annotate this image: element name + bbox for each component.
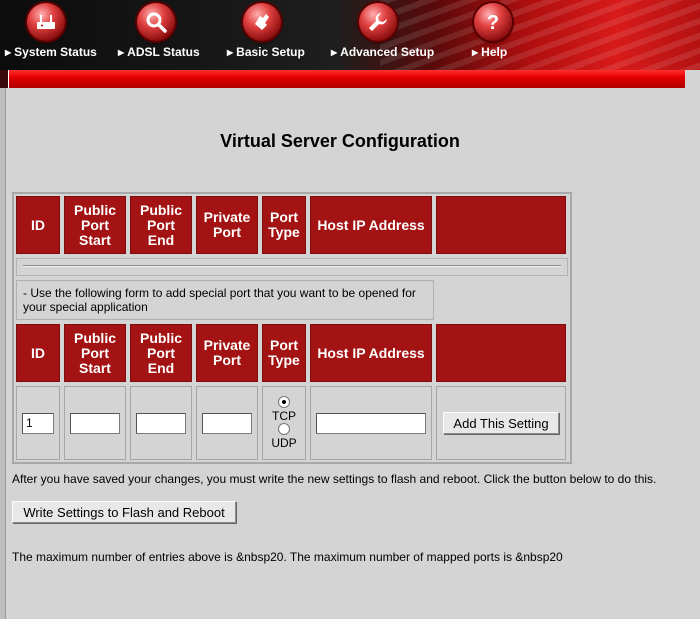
header-port-type: Port Type — [262, 196, 306, 254]
host-ip-input[interactable] — [316, 412, 426, 434]
nav-help[interactable]: ? ▶ Help — [472, 0, 582, 70]
save-note: After you have saved your changes, you m… — [12, 472, 657, 486]
id-input[interactable] — [22, 412, 54, 434]
public-port-start-cell — [64, 386, 126, 460]
udp-label: UDP — [271, 436, 297, 450]
banner-red-rule — [0, 70, 685, 88]
header-public-port-start: Public Port Start — [64, 196, 126, 254]
form-header-host-ip: Host IP Address — [310, 324, 432, 382]
instruction-row: - Use the following form to add special … — [14, 278, 570, 322]
add-this-setting-button[interactable]: Add This Setting — [443, 412, 559, 434]
table-header-row: ID Public Port Start Public Port End Pri… — [14, 194, 570, 256]
host-ip-cell — [310, 386, 432, 460]
port-type-group: TCP UDP — [271, 396, 297, 450]
form-header-port-type: Port Type — [262, 324, 306, 382]
nav-label-system-status[interactable]: System Status — [14, 45, 97, 59]
wrench-icon[interactable] — [359, 3, 397, 41]
public-port-end-input[interactable] — [136, 412, 186, 434]
port-type-cell: TCP UDP — [262, 386, 306, 460]
svg-text:?: ? — [487, 12, 499, 34]
nav-label-adsl-status[interactable]: ADSL Status — [127, 45, 199, 59]
tcp-label: TCP — [272, 409, 296, 423]
left-frame-border — [0, 88, 6, 619]
hand-icon[interactable] — [243, 3, 281, 41]
header-private-port: Private Port — [196, 196, 258, 254]
form-header-public-port-start: Public Port Start — [64, 324, 126, 382]
table-separator — [16, 258, 568, 276]
nav-label-help[interactable]: Help — [481, 45, 507, 59]
top-navigation: ▶ System Status ▶ ADSL Status ▶ Basic Setup… — [0, 0, 700, 70]
nav-advanced-setup[interactable]: ▶ Advanced Setup — [331, 0, 441, 70]
form-header-public-port-end: Public Port End — [130, 324, 192, 382]
form-row: TCP UDP Add This Setting — [14, 384, 570, 462]
private-port-cell — [196, 386, 258, 460]
virtual-server-table: ID Public Port Start Public Port End Pri… — [12, 192, 572, 464]
public-port-start-input[interactable] — [70, 412, 120, 434]
form-header-id: ID — [16, 324, 60, 382]
router-icon[interactable] — [27, 3, 65, 41]
header-id: ID — [16, 196, 60, 254]
form-header-action — [436, 324, 566, 382]
public-port-end-cell — [130, 386, 192, 460]
tcp-radio[interactable] — [278, 396, 290, 408]
max-entries-note: The maximum number of entries above is &… — [12, 550, 563, 564]
nav-label-basic-setup[interactable]: Basic Setup — [236, 45, 305, 59]
private-port-input[interactable] — [202, 412, 252, 434]
question-icon[interactable]: ? — [474, 3, 512, 41]
nav-system-status[interactable]: ▶ System Status — [0, 0, 110, 70]
nav-label-advanced-setup[interactable]: Advanced Setup — [340, 45, 434, 59]
udp-radio[interactable] — [278, 423, 290, 435]
header-public-port-end: Public Port End — [130, 196, 192, 254]
form-header-private-port: Private Port — [196, 324, 258, 382]
header-host-ip: Host IP Address — [310, 196, 432, 254]
banner-rule-cap — [0, 70, 9, 88]
header-action — [436, 196, 566, 254]
page-title: Virtual Server Configuration — [220, 131, 460, 151]
instruction-text: - Use the following form to add special … — [16, 280, 434, 320]
id-cell — [16, 386, 60, 460]
form-header-row: ID Public Port Start Public Port End Pri… — [14, 322, 570, 384]
action-cell: Add This Setting — [436, 386, 566, 460]
nav-basic-setup[interactable]: ▶ Basic Setup — [227, 0, 337, 70]
write-flash-reboot-button[interactable]: Write Settings to Flash and Reboot — [12, 501, 236, 523]
nav-adsl-status[interactable]: ▶ ADSL Status — [118, 0, 228, 70]
magnifier-icon[interactable] — [137, 3, 175, 41]
